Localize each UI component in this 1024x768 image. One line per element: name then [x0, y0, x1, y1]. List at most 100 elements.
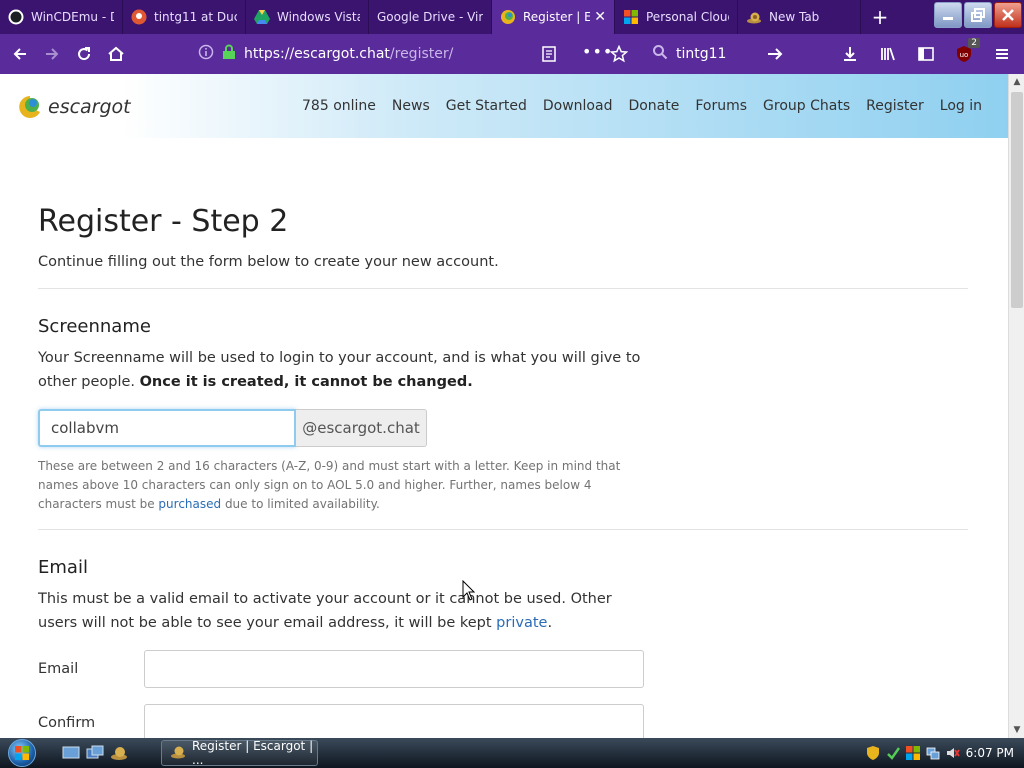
purchased-link[interactable]: purchased — [158, 497, 221, 511]
screenname-input[interactable]: collabvm — [38, 409, 296, 447]
privacy-link[interactable]: private — [496, 615, 547, 631]
browser-launch-icon[interactable] — [110, 745, 128, 761]
info-icon[interactable] — [198, 44, 214, 64]
tab-register-escargot[interactable]: Register | Es ✕ — [492, 0, 615, 34]
tab-windows-vista[interactable]: Windows Vista — [246, 0, 369, 34]
nav-forums[interactable]: Forums — [695, 98, 747, 114]
window-controls — [934, 2, 1022, 28]
close-tab-icon[interactable]: ✕ — [594, 9, 606, 25]
show-desktop-icon[interactable] — [62, 745, 80, 761]
home-button[interactable] — [100, 38, 132, 70]
sidebar-icon[interactable] — [910, 38, 942, 70]
divider — [38, 288, 968, 289]
forward-button[interactable] — [36, 38, 68, 70]
scroll-up-icon[interactable]: ▲ — [1009, 74, 1024, 90]
duckduckgo-icon — [131, 9, 147, 25]
nav-donate[interactable]: Donate — [628, 98, 679, 114]
tab-google-drive[interactable]: Google Drive - Viru — [369, 0, 492, 34]
address-bar[interactable]: https://escargot.chat /register/ ••• — [198, 40, 638, 68]
nav-group-chats[interactable]: Group Chats — [763, 98, 850, 114]
ublock-badge: 2 — [968, 38, 980, 48]
taskbar-browser-window[interactable]: Register | Escargot | ... — [161, 739, 318, 767]
lock-icon — [222, 44, 236, 64]
google-drive-icon — [254, 9, 270, 25]
tab-label: New Tab — [769, 10, 820, 24]
quick-launch — [62, 745, 128, 761]
confirm-email-field[interactable] — [144, 704, 644, 738]
search-input[interactable]: tintg11 — [676, 46, 726, 62]
scroll-down-icon[interactable]: ▼ — [1009, 722, 1024, 738]
screenname-domain-suffix: @escargot.chat — [296, 409, 427, 447]
windows-taskbar: Register | Escargot | ... 6:07 PM — [0, 738, 1024, 768]
restore-button[interactable] — [964, 2, 992, 28]
site-logo[interactable]: escargot — [18, 94, 131, 120]
page-lead: Continue filling out the form below to c… — [38, 254, 499, 270]
volume-muted-icon[interactable] — [946, 746, 960, 760]
action-center-icon[interactable] — [886, 746, 900, 760]
page-scrollbar[interactable]: ▲ ▼ — [1008, 74, 1024, 738]
tab-personal-cloud[interactable]: Personal Cloud — [615, 0, 738, 34]
tab-duckduckgo[interactable]: tintg11 at Duck — [123, 0, 246, 34]
page-title: Register - Step 2 — [38, 204, 289, 239]
reader-view-icon[interactable] — [542, 46, 556, 66]
tab-label: Register | Es — [523, 10, 590, 24]
browser-tab-strip: WinCDEmu - D tintg11 at Duck Windows Vis… — [0, 0, 1024, 34]
menu-icon[interactable] — [986, 38, 1018, 70]
search-icon — [652, 44, 668, 64]
site-nav: 785 online News Get Started Download Don… — [302, 98, 982, 114]
email-field[interactable] — [144, 650, 644, 688]
windows-logo-icon — [8, 739, 36, 767]
snail-icon — [170, 745, 186, 762]
system-clock[interactable]: 6:07 PM — [966, 746, 1014, 760]
web-page: escargot 785 online News Get Started Dow… — [0, 74, 1008, 738]
browser-toolbar: https://escargot.chat /register/ ••• tin… — [0, 34, 1024, 74]
screenname-input-group: collabvm @escargot.chat — [38, 409, 427, 447]
search-go-icon[interactable] — [766, 45, 784, 67]
screenname-description: Your Screenname will be used to login to… — [38, 350, 641, 390]
back-button[interactable] — [4, 38, 36, 70]
security-shield-icon[interactable] — [866, 746, 880, 760]
reload-button[interactable] — [68, 38, 100, 70]
tab-label: tintg11 at Duck — [154, 10, 237, 24]
email-description: This must be a valid email to activate y… — [38, 591, 612, 631]
nav-get-started[interactable]: Get Started — [446, 98, 527, 114]
divider — [38, 529, 968, 530]
screenname-warning: Once it is created, it cannot be changed… — [139, 374, 473, 390]
nav-download[interactable]: Download — [543, 98, 613, 114]
microsoft-icon — [623, 9, 639, 25]
tab-label: Google Drive - Viru — [377, 10, 483, 24]
url-path: /register/ — [389, 46, 454, 62]
windows-flag-icon[interactable] — [905, 746, 920, 760]
bookmark-star-icon[interactable] — [609, 44, 629, 67]
new-tab-button[interactable]: + — [861, 0, 899, 34]
tab-wincdemu[interactable]: WinCDEmu - D — [0, 0, 123, 34]
online-count: 785 online — [302, 98, 376, 114]
ublock-icon[interactable]: uo 2 — [948, 38, 980, 70]
svg-text:uo: uo — [960, 51, 969, 59]
page-actions-icon[interactable]: ••• — [582, 42, 613, 61]
mouse-cursor-icon — [462, 579, 476, 606]
tab-label: Windows Vista — [277, 10, 360, 24]
email-label: Email — [38, 661, 79, 677]
escargot-icon — [500, 9, 516, 25]
escargot-logo-icon — [18, 94, 42, 120]
download-icon[interactable] — [834, 38, 866, 70]
search-bar[interactable]: tintg11 — [646, 40, 796, 68]
start-button[interactable] — [0, 738, 44, 768]
nav-register[interactable]: Register — [866, 98, 924, 114]
nav-news[interactable]: News — [392, 98, 430, 114]
close-window-button[interactable] — [994, 2, 1022, 28]
tab-new-tab[interactable]: New Tab — [738, 0, 861, 34]
switch-windows-icon[interactable] — [86, 745, 104, 761]
scroll-thumb[interactable] — [1011, 92, 1023, 308]
minimize-button[interactable] — [934, 2, 962, 28]
network-icon[interactable] — [926, 746, 940, 760]
confirm-email-row: Confirm — [38, 704, 644, 738]
site-header: escargot 785 online News Get Started Dow… — [0, 74, 1008, 138]
library-icon[interactable] — [872, 38, 904, 70]
nav-log-in[interactable]: Log in — [940, 98, 982, 114]
screenname-heading: Screenname — [38, 316, 151, 337]
url-host: https://escargot.chat — [244, 46, 390, 62]
confirm-email-label: Confirm — [38, 715, 96, 731]
toolbar-right: uo 2 — [834, 38, 1018, 70]
